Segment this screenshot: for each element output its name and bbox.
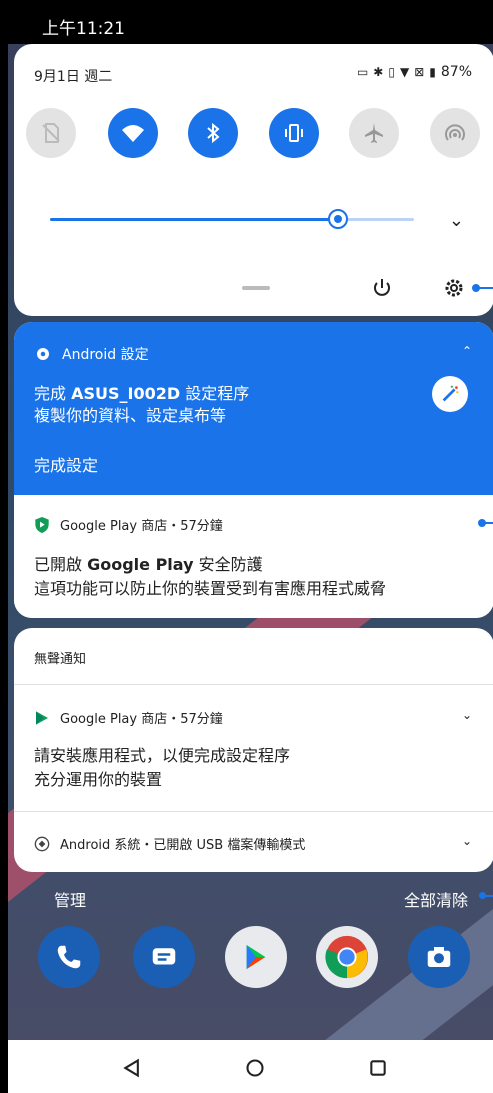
camera-app-icon[interactable] — [408, 926, 470, 988]
back-icon[interactable] — [122, 1058, 142, 1078]
bluetooth-status-icon: ✱ — [373, 65, 384, 79]
wifi-tile[interactable] — [108, 108, 158, 158]
brightness-slider[interactable] — [50, 209, 414, 229]
notification-body: 這項功能可以防止你的裝置受到有害應用程式威脅 — [34, 579, 387, 598]
expand-chevron-icon[interactable]: ⌄ — [462, 834, 472, 848]
silent-notifications-header: 無聲通知 — [34, 652, 87, 667]
notification-header: Google Play 商店・57分鐘 — [34, 515, 223, 534]
battery-percent: 87% — [440, 64, 472, 80]
notification-title: 請安裝應用程式，以便完成設定程序 — [34, 746, 291, 765]
android-setup-notification[interactable]: Android 設定 ⌃ 完成 ASUS_I002D 設定程序 複製你的資料、設… — [14, 322, 493, 495]
auto-brightness-icon: ▭ — [356, 65, 369, 79]
notification-header: Android 設定 — [34, 344, 149, 364]
battery-icon: ▮ — [429, 65, 436, 79]
notification-app-name: Google Play 商店・57分鐘 — [60, 519, 223, 534]
no-sim-icon — [42, 123, 60, 143]
divider — [14, 684, 493, 685]
clock: 上午11:21 — [42, 19, 125, 39]
status-icons: ▭ ✱ ▯ ▼ ⊠ ▮ 87% — [357, 64, 472, 80]
date-label: 9月1日 週二 — [34, 69, 113, 85]
expand-chevron-icon[interactable]: ⌄ — [449, 210, 464, 231]
settings-gear-icon[interactable] — [442, 276, 466, 300]
collapse-chevron-icon[interactable]: ⌃ — [462, 344, 472, 358]
bluetooth-icon — [207, 122, 220, 144]
edge-indicator — [479, 892, 493, 899]
notification-group-alerting: Android 設定 ⌃ 完成 ASUS_I002D 設定程序 複製你的資料、設… — [14, 322, 493, 618]
home-icon[interactable] — [245, 1058, 265, 1078]
vibrate-tile[interactable] — [269, 108, 319, 158]
navigation-bar — [8, 1040, 493, 1093]
notification-title: 完成 ASUS_I002D 設定程序 — [34, 384, 250, 403]
airplane-tile[interactable] — [349, 108, 399, 158]
vibrate-status-icon: ▯ — [388, 65, 395, 79]
chrome-app-icon[interactable] — [316, 926, 378, 988]
divider — [14, 811, 493, 812]
notification-app-name: Android 設定 — [62, 347, 149, 363]
sim-tile[interactable] — [26, 108, 76, 158]
vibrate-icon — [285, 124, 303, 142]
notification-header: Google Play 商店・57分鐘 — [34, 708, 223, 727]
hotspot-icon — [445, 124, 465, 141]
notification-header: Android 系統・已開啟 USB 檔案傳輸模式 — [34, 834, 305, 853]
messages-app-icon[interactable] — [133, 926, 195, 988]
brightness-icon — [327, 209, 348, 229]
quick-settings-panel: 9月1日 週二 ▭ ✱ ▯ ▼ ⊠ ▮ 87% ⌄ — [14, 44, 493, 316]
hotspot-tile[interactable] — [430, 108, 480, 158]
notification-app-name: Google Play 商店・57分鐘 — [60, 712, 223, 727]
notification-title: 已開啟 Google Play 安全防護 — [34, 555, 263, 574]
no-sim-status-icon: ⊠ — [414, 65, 425, 79]
play-protect-notification[interactable]: Google Play 商店・57分鐘 已開啟 Google Play 安全防護… — [14, 495, 493, 618]
brightness-fill — [50, 218, 338, 221]
google-play-icon — [36, 710, 48, 725]
expand-chevron-icon[interactable]: ⌄ — [462, 708, 472, 722]
clear-all-button[interactable]: 全部清除 — [404, 887, 468, 911]
settings-gear-icon — [37, 348, 49, 360]
quick-tiles-row — [26, 108, 486, 158]
edge-indicator — [478, 519, 493, 527]
power-icon[interactable] — [370, 276, 394, 300]
notification-group-silent: 無聲通知 Google Play 商店・57分鐘 ⌄ 請安裝應用程式，以便完成設… — [14, 628, 493, 872]
edge-indicator — [472, 284, 493, 292]
wifi-icon — [122, 125, 144, 142]
recents-icon[interactable] — [368, 1058, 388, 1078]
home-dock — [38, 926, 478, 990]
brightness-thumb[interactable] — [326, 207, 350, 231]
finish-setup-action[interactable]: 完成設定 — [34, 452, 98, 476]
status-bar: 上午11:21 — [8, 0, 493, 44]
drag-handle[interactable] — [242, 286, 270, 290]
notification-app-name: Android 系統・已開啟 USB 檔案傳輸模式 — [60, 838, 306, 853]
wifi-status-icon: ▼ — [399, 65, 410, 79]
android-system-icon — [34, 836, 50, 851]
notification-body: 充分運用你的裝置 — [34, 770, 163, 789]
airplane-icon — [365, 123, 383, 143]
play-protect-shield-icon — [35, 516, 49, 533]
bluetooth-tile[interactable] — [188, 108, 238, 158]
manage-button[interactable]: 管理 — [54, 887, 86, 911]
magic-wand-icon — [432, 376, 468, 412]
phone-app-icon[interactable] — [38, 926, 100, 988]
notification-body: 複製你的資料、設定桌布等 — [34, 406, 227, 425]
play-store-app-icon[interactable] — [225, 926, 287, 988]
